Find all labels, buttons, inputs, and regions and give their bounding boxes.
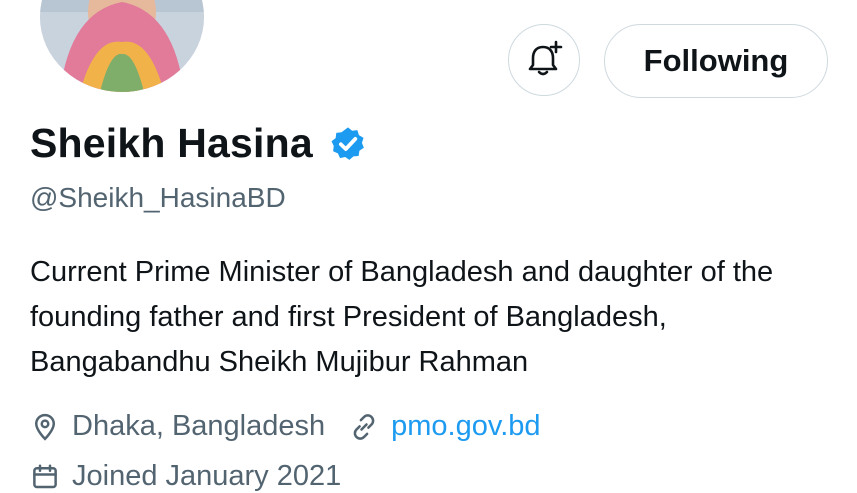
verified-badge-icon [331, 126, 364, 160]
profile-handle: @Sheikh_HasinaBD [30, 182, 286, 213]
profile-bio: Current Prime Minister of Bangladesh and… [30, 256, 774, 378]
profile-name-row: Sheikh Hasina [30, 120, 367, 167]
avatar-image [40, 0, 204, 92]
profile-display-name: Sheikh Hasina [30, 120, 313, 166]
notification-bell-button[interactable] [508, 24, 580, 96]
location-pin-icon [34, 413, 56, 441]
profile-joined-date: Joined January 2021 [72, 460, 342, 492]
bell-plus-icon [528, 40, 563, 76]
profile-avatar[interactable] [36, 0, 208, 96]
profile-meta-row: Dhaka, Bangladesh pmo.gov.bd [30, 410, 541, 443]
profile-website-link[interactable]: pmo.gov.bd [391, 410, 540, 443]
profile-joined-row: Joined January 2021 [30, 460, 341, 493]
following-button-label: Following [643, 43, 789, 78]
link-icon [353, 413, 375, 440]
calendar-icon [33, 464, 57, 488]
profile-location: Dhaka, Bangladesh [72, 410, 326, 442]
following-button[interactable]: Following [604, 24, 828, 98]
